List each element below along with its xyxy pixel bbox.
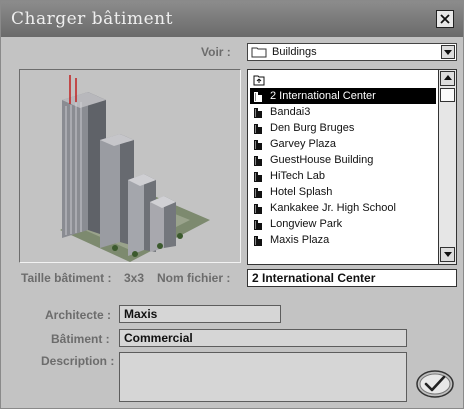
list-item[interactable]: HiTech Lab — [250, 168, 436, 184]
building-icon — [254, 236, 262, 246]
building-preview-image — [20, 70, 240, 262]
parent-folder-icon — [253, 75, 265, 86]
building-size-value: 3x3 — [124, 271, 145, 285]
list-item-label: Garvey Plaza — [270, 138, 337, 150]
list-item[interactable]: Hotel Splash — [250, 184, 436, 200]
building-icon — [254, 124, 262, 134]
list-item[interactable]: Kankakee Jr. High School — [250, 200, 436, 216]
building-icon — [254, 204, 262, 214]
description-field — [119, 352, 407, 402]
list-item[interactable]: Longview Park — [250, 216, 436, 232]
filename-label: Nom fichier : — [157, 271, 231, 285]
description-label: Description : — [41, 354, 115, 368]
building-file-list[interactable]: 2 International Center Bandai3 Den Burg Br… — [247, 69, 457, 265]
title-bar[interactable]: Charger bâtiment — [1, 1, 463, 37]
filename-field[interactable]: 2 International Center — [247, 269, 457, 287]
view-dropdown-value: Buildings — [272, 46, 317, 58]
list-item-label: Hotel Splash — [270, 186, 333, 198]
close-icon — [440, 14, 450, 24]
chevron-down-icon — [443, 252, 452, 257]
building-icon — [254, 108, 262, 118]
load-building-dialog: Charger bâtiment Voir : Buildings 2 Inte… — [0, 0, 464, 409]
list-item-label: GuestHouse Building — [270, 154, 374, 166]
scrollbar-thumb[interactable] — [440, 88, 455, 102]
building-size-label: Taille bâtiment : — [21, 271, 112, 285]
building-icon — [254, 220, 262, 230]
building-icon — [254, 156, 262, 166]
list-item[interactable]: Maxis Plaza — [250, 232, 436, 248]
close-button[interactable] — [436, 10, 454, 28]
view-dropdown[interactable]: Buildings — [247, 43, 457, 61]
list-item-label: Bandai3 — [270, 106, 311, 118]
dropdown-arrow-button[interactable] — [441, 45, 455, 59]
building-preview — [19, 69, 241, 263]
chevron-down-icon — [444, 50, 452, 55]
list-item-label: Kankakee Jr. High School — [270, 202, 396, 214]
folder-icon — [251, 46, 267, 58]
parent-folder-item[interactable] — [250, 72, 436, 88]
view-label: Voir : — [201, 45, 231, 59]
list-item-label: Den Burg Bruges — [270, 122, 355, 134]
list-item[interactable]: Den Burg Bruges — [250, 120, 436, 136]
list-item[interactable]: Garvey Plaza — [250, 136, 436, 152]
list-item[interactable]: GuestHouse Building — [250, 152, 436, 168]
list-item[interactable]: Bandai3 — [250, 104, 436, 120]
building-type-field: Commercial — [119, 329, 407, 347]
building-icon — [254, 172, 262, 182]
chevron-up-icon — [443, 75, 452, 80]
list-scrollbar[interactable] — [438, 70, 456, 264]
scroll-down-button[interactable] — [440, 247, 455, 262]
building-icon — [254, 92, 262, 102]
list-item[interactable]: 2 International Center — [250, 88, 436, 104]
list-item-label: Longview Park — [270, 218, 343, 230]
ok-button[interactable] — [415, 369, 455, 399]
list-item-label: HiTech Lab — [270, 170, 326, 182]
list-item-label: 2 International Center — [270, 90, 376, 102]
architect-field: Maxis — [119, 305, 281, 323]
list-item-label: Maxis Plaza — [270, 234, 330, 246]
checkmark-icon — [416, 370, 454, 398]
architect-label: Architecte : — [45, 308, 112, 322]
building-icon — [254, 140, 262, 150]
scroll-up-button[interactable] — [440, 71, 455, 86]
building-type-label: Bâtiment : — [51, 332, 110, 346]
building-icon — [254, 188, 262, 198]
dialog-title: Charger bâtiment — [11, 9, 173, 29]
